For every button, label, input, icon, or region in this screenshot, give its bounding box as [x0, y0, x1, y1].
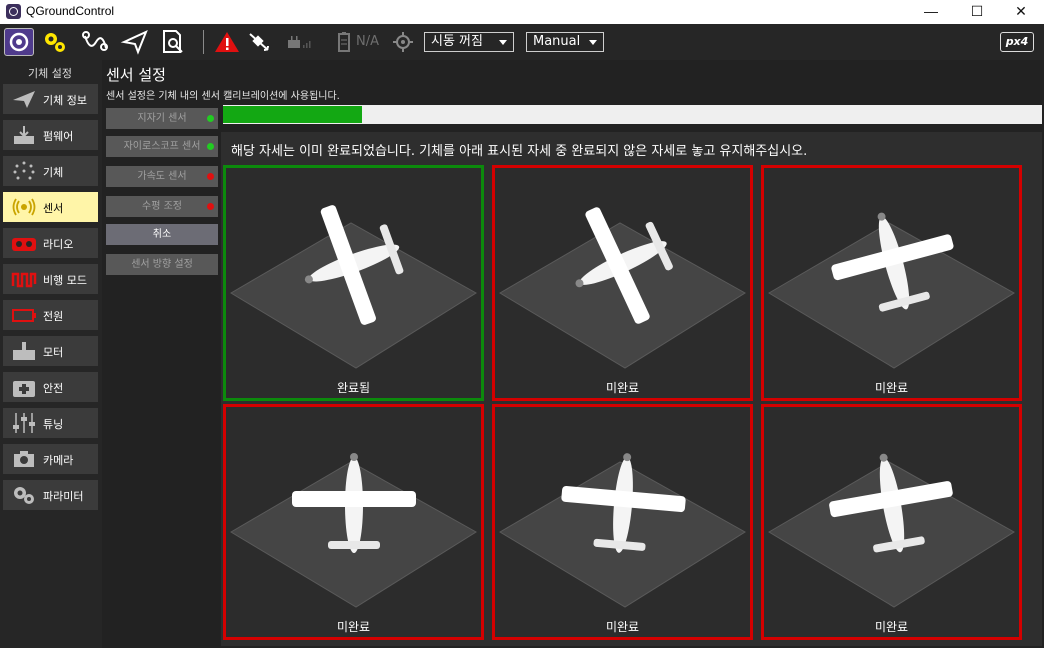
calibration-progress-fill [223, 106, 362, 123]
battery-value: N/A [356, 34, 379, 49]
window-title: QGroundControl [26, 4, 115, 18]
px4-logo: px4 [1000, 32, 1034, 52]
fly-view-icon[interactable] [120, 28, 150, 56]
orientation-tile: 미완료 [223, 404, 484, 640]
plan-view-icon[interactable] [80, 28, 110, 56]
toolbar-separator [203, 30, 204, 54]
flight-mode-dropdown[interactable]: Manual [526, 32, 604, 52]
orientation-status-label: 미완료 [874, 620, 909, 634]
orientation-tile: 완료됨 [223, 165, 484, 401]
sidebar-item[interactable]: 비행 모드 [3, 264, 98, 294]
close-button[interactable]: ✕ [998, 0, 1044, 24]
orientation-status-label: 미완료 [605, 620, 640, 634]
sidebar-item-label: 비행 모드 [43, 274, 87, 287]
window-title-bar: QGroundControl — ☐ ✕ [0, 0, 1044, 24]
gps-off-icon[interactable] [244, 28, 274, 56]
status-dot [207, 203, 214, 210]
camera-icon [11, 448, 37, 470]
vehicle-setup-gears-icon[interactable] [40, 28, 70, 56]
sidebar-item[interactable]: 펌웨어 [3, 120, 98, 150]
sidebar-item-label: 파라미터 [43, 490, 84, 503]
sidebar-item[interactable]: 카메라 [3, 444, 98, 474]
sidebar-item-label: 카메라 [43, 454, 74, 467]
status-dot [207, 143, 214, 150]
sidebar-item[interactable]: 라디오 [3, 228, 98, 258]
orientation-tile: 미완료 [492, 404, 753, 640]
flight-mode-icon [11, 268, 37, 290]
cancel-button[interactable]: 취소 [106, 224, 218, 245]
sidebar-item[interactable]: 센서 [3, 192, 98, 222]
sidebar-item-label: 기체 [43, 166, 64, 179]
status-dot [207, 173, 214, 180]
page-description: 센서 설정은 기체 내의 센서 캘리브레이션에 사용됩니다. [106, 91, 340, 102]
orientation-tile: 미완료 [761, 165, 1022, 401]
calibration-instruction: 해당 자세는 이미 완료되었습니다. 기체를 아래 표시된 자세 중 완료되지 … [231, 144, 808, 159]
minimize-button[interactable]: — [908, 0, 954, 24]
sensor-icon [11, 196, 37, 218]
orientation-status-label: 미완료 [605, 381, 640, 395]
plane-icon [11, 88, 37, 110]
gears-icon [11, 484, 37, 506]
tuning-icon [11, 412, 37, 434]
sidebar-item[interactable]: 모터 [3, 336, 98, 366]
orientation-status-label: 미완료 [336, 620, 371, 634]
rc-rssi-icon[interactable] [284, 28, 314, 56]
sidebar-item[interactable]: 파라미터 [3, 480, 98, 510]
orientation-status-label: 미완료 [874, 381, 909, 395]
sidebar-item-label: 센서 [43, 202, 64, 215]
qgc-home-icon[interactable] [4, 28, 34, 56]
motor-icon [11, 340, 37, 362]
radio-icon [11, 232, 37, 254]
page-title: 센서 설정 [106, 66, 166, 84]
analyze-icon[interactable] [158, 28, 188, 56]
sidebar-header: 기체 설정 [28, 67, 72, 80]
orientation-status-label: 완료됨 [336, 381, 371, 395]
sidebar-item-label: 기체 정보 [43, 94, 87, 107]
sidebar-item[interactable]: 튜닝 [3, 408, 98, 438]
status-dot [207, 115, 214, 122]
sensor-orientation-button[interactable]: 센서 방향 설정 [106, 254, 218, 275]
safety-icon [11, 376, 37, 398]
sensor-button-label: 자이로스코프 센서 [123, 141, 201, 152]
app-icon [6, 4, 21, 19]
compass-sensor-button[interactable]: 지자기 센서 [106, 108, 218, 129]
chevron-down-icon [499, 40, 507, 45]
sidebar-item[interactable]: 기체 [3, 156, 98, 186]
maximize-button[interactable]: ☐ [954, 0, 1000, 24]
sidebar-item[interactable]: 전원 [3, 300, 98, 330]
sidebar-item[interactable]: 안전 [3, 372, 98, 402]
airframe-icon [11, 160, 37, 182]
accelerometer-sensor-button[interactable]: 가속도 센서 [106, 166, 218, 187]
sidebar-item-label: 안전 [43, 382, 64, 395]
sidebar-item-label: 라디오 [43, 238, 74, 251]
sidebar-item-label: 펌웨어 [43, 130, 74, 143]
main-toolbar: N/A 시동 꺼짐 Manual px4 [0, 24, 1044, 60]
gps-location-icon[interactable] [390, 28, 420, 56]
sensor-button-label: 수평 조정 [142, 201, 182, 212]
level-horizon-button[interactable]: 수평 조정 [106, 196, 218, 217]
arm-status-dropdown[interactable]: 시동 꺼짐 [424, 32, 514, 52]
sidebar-item-label: 전원 [43, 310, 64, 323]
chevron-down-icon [589, 40, 597, 45]
sidebar-item-label: 모터 [43, 346, 64, 359]
battery-icon [11, 304, 37, 326]
warning-icon[interactable] [212, 28, 242, 56]
download-icon [11, 124, 37, 146]
sidebar-item-label: 튜닝 [43, 418, 64, 431]
arm-status-label: 시동 꺼짐 [431, 34, 483, 49]
orientation-tile: 미완료 [761, 404, 1022, 640]
sidebar-item[interactable]: 기체 정보 [3, 84, 98, 114]
flight-mode-label: Manual [533, 34, 581, 49]
orientation-tile: 미완료 [492, 165, 753, 401]
sensor-button-label: 가속도 센서 [137, 171, 187, 182]
gyroscope-sensor-button[interactable]: 자이로스코프 센서 [106, 136, 218, 157]
sensor-button-label: 지자기 센서 [137, 113, 187, 124]
